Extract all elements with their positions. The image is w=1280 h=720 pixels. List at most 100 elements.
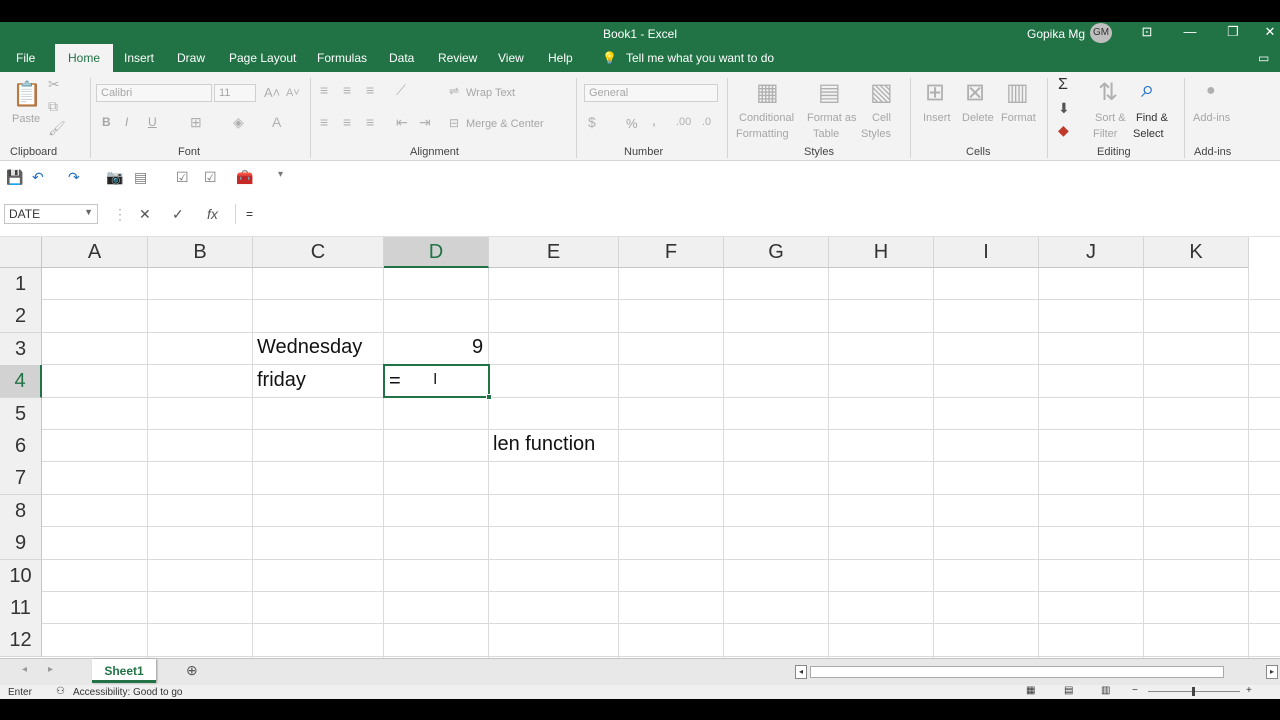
font-name-select[interactable]: Calibri — [96, 84, 212, 102]
save-icon[interactable]: 💾 — [6, 169, 23, 186]
hscroll-right-icon[interactable]: ▸ — [1266, 665, 1278, 679]
enter-check-icon[interactable]: ✓ — [172, 206, 184, 223]
delete-cells-label[interactable]: Delete — [962, 112, 994, 124]
column-header-D[interactable]: D — [384, 237, 489, 268]
paste-icon[interactable]: 📋 — [12, 80, 42, 109]
tab-file[interactable]: File — [16, 51, 35, 65]
page-layout-view-icon[interactable]: ▤ — [1064, 685, 1073, 696]
row-header-4[interactable]: 4 — [0, 365, 42, 398]
row-header-5[interactable]: 5 — [0, 398, 42, 431]
cell-D3[interactable]: 9 — [472, 336, 483, 359]
maximize-icon[interactable]: ❐ — [1218, 22, 1248, 44]
increase-decimal-icon[interactable]: .00 — [676, 116, 691, 128]
find-select-icon[interactable]: ⌕ — [1141, 76, 1154, 104]
sheet-tab-sheet1[interactable]: Sheet1 — [92, 659, 156, 683]
format-as-table-icon[interactable]: ▤ — [818, 78, 841, 107]
merge-center-button[interactable]: Merge & Center — [466, 118, 544, 130]
tab-draw[interactable]: Draw — [177, 51, 205, 65]
format-cells-label[interactable]: Format — [1001, 112, 1036, 124]
insert-cells-label[interactable]: Insert — [923, 112, 951, 124]
scroll-right-icon[interactable]: ▸ — [48, 664, 53, 675]
cell-C4[interactable]: friday — [257, 369, 306, 392]
addins-button[interactable]: Add-ins — [1193, 112, 1230, 124]
cell-C3[interactable]: Wednesday — [257, 336, 362, 359]
cell-D4-edit-value[interactable]: = — [389, 370, 401, 393]
font-size-select[interactable]: 11 — [214, 84, 256, 102]
checkbox-icon[interactable]: ☑ — [204, 169, 217, 186]
column-header-G[interactable]: G — [724, 237, 829, 268]
paste-label[interactable]: Paste — [12, 113, 40, 125]
tab-page-layout[interactable]: Page Layout — [229, 51, 296, 65]
column-header-F[interactable]: F — [619, 237, 724, 268]
orientation-icon[interactable]: ⟋ — [396, 82, 406, 99]
customize-toolbar-icon[interactable]: ▾ — [278, 169, 283, 180]
clear-icon[interactable]: ◆ — [1058, 122, 1069, 139]
formatting-label[interactable]: Formatting — [736, 128, 789, 140]
ribbon-display-icon[interactable]: ⊡ — [1132, 22, 1162, 44]
borders-icon[interactable]: ⊞ — [190, 114, 202, 131]
cell-label[interactable]: Cell — [872, 112, 891, 124]
avatar[interactable]: GM — [1090, 23, 1112, 43]
conditional-label[interactable]: Conditional — [739, 112, 794, 124]
number-format-select[interactable]: General — [584, 84, 718, 102]
tab-review[interactable]: Review — [438, 51, 477, 65]
format-cells-icon[interactable]: ▥ — [1006, 78, 1029, 107]
decrease-font-icon[interactable]: A˅ — [286, 87, 300, 99]
tell-me-search[interactable]: Tell me what you want to do — [626, 51, 774, 65]
add-sheet-icon[interactable]: ⊕ — [186, 662, 198, 679]
delete-cells-icon[interactable]: ⊠ — [965, 78, 985, 107]
select-all-corner[interactable] — [0, 237, 42, 268]
increase-indent-icon[interactable]: ⇥ — [419, 114, 431, 131]
column-header-C[interactable]: C — [253, 237, 384, 268]
column-header-E[interactable]: E — [489, 237, 619, 268]
format-painter-icon[interactable]: 🖌 — [48, 120, 66, 137]
fill-icon[interactable]: ⬇ — [1058, 100, 1070, 117]
zoom-slider-thumb[interactable] — [1192, 687, 1195, 696]
column-header-H[interactable]: H — [829, 237, 934, 268]
chevron-down-icon[interactable]: ▼ — [84, 207, 93, 217]
horizontal-scrollbar[interactable] — [810, 666, 1224, 678]
align-center-icon[interactable]: ≡ — [343, 114, 351, 130]
column-header-K[interactable]: K — [1144, 237, 1249, 268]
copy-icon[interactable]: ⧉ — [48, 98, 58, 115]
scroll-left-icon[interactable]: ◂ — [22, 664, 27, 675]
addins-icon[interactable]: ● — [1206, 82, 1216, 100]
row-header-9[interactable]: 9 — [0, 527, 42, 560]
comments-icon[interactable]: ▭ — [1258, 51, 1269, 65]
top-align-icon[interactable]: ≡ — [320, 82, 328, 98]
column-header-J[interactable]: J — [1039, 237, 1144, 268]
insert-function-icon[interactable]: fx — [207, 206, 218, 222]
sort-filter-icon[interactable]: ⇅ — [1098, 78, 1118, 107]
table-label[interactable]: Table — [813, 128, 839, 140]
name-box[interactable]: DATE ▼ — [4, 204, 98, 224]
wrap-text-icon[interactable]: ⇌ — [449, 84, 459, 98]
cut-icon[interactable]: ✂ — [48, 76, 60, 93]
column-header-B[interactable]: B — [148, 237, 253, 268]
font-color-icon[interactable]: A — [272, 114, 281, 130]
accounting-icon[interactable]: $ — [588, 114, 596, 130]
normal-view-icon[interactable]: ▦ — [1026, 685, 1035, 696]
row-header-1[interactable]: 1 — [0, 268, 42, 301]
active-cell-D4[interactable]: = I — [383, 364, 492, 400]
row-header-2[interactable]: 2 — [0, 300, 42, 333]
undo-icon[interactable]: ↶ — [32, 169, 44, 186]
find-label[interactable]: Find & — [1136, 112, 1168, 124]
tab-data[interactable]: Data — [389, 51, 414, 65]
column-header-I[interactable]: I — [934, 237, 1039, 268]
row-header-11[interactable]: 11 — [0, 592, 42, 625]
form-icon[interactable]: ▤ — [134, 169, 147, 186]
decrease-indent-icon[interactable]: ⇤ — [396, 114, 408, 131]
tab-insert[interactable]: Insert — [124, 51, 154, 65]
wrap-text-button[interactable]: Wrap Text — [466, 87, 515, 99]
hscroll-left-icon[interactable]: ◂ — [795, 665, 807, 679]
percent-button[interactable]: % — [626, 116, 638, 131]
styles-label[interactable]: Styles — [861, 128, 891, 140]
minimize-icon[interactable]: — — [1175, 22, 1205, 44]
decrease-decimal-icon[interactable]: .0 — [702, 116, 711, 128]
bottom-align-icon[interactable]: ≡ — [366, 82, 374, 98]
page-break-view-icon[interactable]: ▥ — [1101, 685, 1110, 696]
cell-styles-icon[interactable]: ▧ — [870, 78, 893, 107]
formula-input[interactable]: = — [235, 204, 1280, 224]
row-header-8[interactable]: 8 — [0, 495, 42, 528]
italic-button[interactable]: I — [125, 115, 128, 129]
